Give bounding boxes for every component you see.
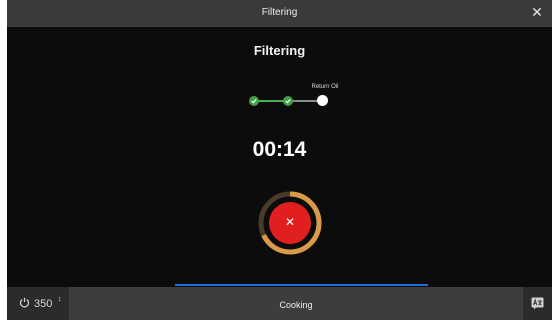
check-icon: [251, 99, 257, 104]
mode-button[interactable]: Cooking: [69, 287, 523, 320]
temperature-unit-icon: ↕: [58, 296, 62, 303]
close-icon: ✕: [284, 215, 296, 229]
active-indicator: [175, 284, 428, 286]
stop-button[interactable]: ✕: [269, 202, 311, 244]
app-screen: Filtering ✕ Filtering Return Oil 00:14 ✕: [7, 0, 552, 320]
step-2-complete: [283, 96, 293, 106]
current-step-label: Return Oil: [311, 84, 339, 90]
temperature-value: 350: [34, 298, 53, 310]
window-title: Filtering: [261, 7, 298, 18]
power-icon: [19, 297, 30, 311]
close-icon[interactable]: ✕: [530, 5, 544, 19]
step-3-current: [317, 95, 328, 106]
temperature-button[interactable]: 350 ↕: [7, 287, 69, 320]
countdown-timer: 00:14: [252, 138, 307, 161]
language-icon: [531, 297, 544, 310]
check-icon: [285, 99, 291, 104]
bottom-bar: 350 ↕ Cooking: [7, 287, 552, 320]
step-indicator: Return Oil: [245, 84, 345, 114]
step-1-complete: [249, 96, 259, 106]
title-bar: Filtering ✕: [7, 0, 552, 27]
mode-label: Cooking: [279, 300, 313, 310]
page-heading: Filtering: [253, 43, 306, 58]
language-button[interactable]: [523, 287, 552, 320]
